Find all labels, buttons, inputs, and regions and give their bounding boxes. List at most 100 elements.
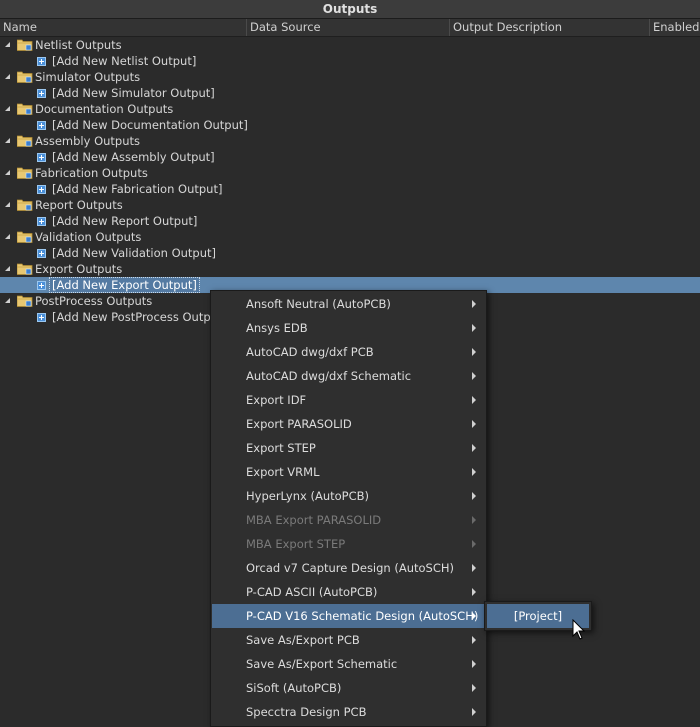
menu-item[interactable]: AutoCAD dwg/dxf Schematic <box>212 364 485 388</box>
menu-item[interactable]: Orcad v7 Capture Design (AutoSCH) <box>212 556 485 580</box>
menu-item[interactable]: Save As/Export PCB <box>212 628 485 652</box>
expand-triangle-icon[interactable] <box>5 42 10 47</box>
add-output-row[interactable]: [Add New Documentation Output] <box>0 117 700 133</box>
menu-item[interactable]: P-CAD V16 Schematic Design (AutoSCH) <box>212 604 485 628</box>
tree-group-row[interactable]: Simulator Outputs <box>0 69 700 85</box>
menu-item[interactable]: Ansys EDB <box>212 316 485 340</box>
add-plus-icon <box>37 281 46 290</box>
submenu-arrow-icon <box>472 348 476 356</box>
menu-item[interactable]: Specctra Design PCB <box>212 700 485 724</box>
tree-group-row[interactable]: Documentation Outputs <box>0 101 700 117</box>
folder-icon <box>16 295 33 307</box>
add-output-label[interactable]: [Add New Assembly Output] <box>52 150 215 164</box>
group-label: Validation Outputs <box>35 230 142 244</box>
submenu-arrow-icon <box>472 300 476 308</box>
menu-item-label: P-CAD V16 Schematic Design (AutoSCH) <box>246 609 479 623</box>
add-output-label[interactable]: [Add New Report Output] <box>52 214 197 228</box>
menu-item-label: Ansys EDB <box>246 321 308 335</box>
submenu-arrow-icon <box>472 420 476 428</box>
tree-group-row[interactable]: Export Outputs <box>0 261 700 277</box>
column-output-description[interactable]: Output Description <box>450 19 650 36</box>
menu-item-label: AutoCAD dwg/dxf Schematic <box>246 369 412 383</box>
column-name[interactable]: Name <box>0 19 247 36</box>
menu-item[interactable]: Export VRML <box>212 460 485 484</box>
group-label: Netlist Outputs <box>35 38 122 52</box>
add-output-label[interactable]: [Add New Fabrication Output] <box>52 182 222 196</box>
menu-item[interactable]: MBA Export PARASOLID <box>212 508 485 532</box>
submenu-arrow-icon <box>472 636 476 644</box>
submenu-arrow-icon <box>472 588 476 596</box>
expand-triangle-icon[interactable] <box>5 202 10 207</box>
submenu-arrow-icon <box>472 444 476 452</box>
submenu-arrow-icon <box>472 564 476 572</box>
submenu-arrow-icon <box>472 492 476 500</box>
add-output-label[interactable]: [Add New Validation Output] <box>52 246 216 260</box>
menu-item[interactable]: Export IDF <box>212 388 485 412</box>
menu-item[interactable]: MBA Export STEP <box>212 532 485 556</box>
tree-group-row[interactable]: Netlist Outputs <box>0 37 700 53</box>
add-output-row[interactable]: [Add New Fabrication Output] <box>0 181 700 197</box>
group-label: Documentation Outputs <box>35 102 174 116</box>
expand-triangle-icon[interactable] <box>5 234 10 239</box>
submenu-arrow-icon <box>472 612 476 620</box>
folder-icon <box>16 135 33 147</box>
add-output-row[interactable]: [Add New Netlist Output] <box>0 53 700 69</box>
expand-triangle-icon[interactable] <box>5 74 10 79</box>
add-output-row[interactable]: [Add New Report Output] <box>0 213 700 229</box>
expand-triangle-icon[interactable] <box>5 138 10 143</box>
expand-triangle-icon[interactable] <box>5 298 10 303</box>
column-enabled[interactable]: Enabled <box>650 19 700 36</box>
panel-title: Outputs <box>0 0 700 19</box>
menu-item[interactable]: AutoCAD dwg/dxf PCB <box>212 340 485 364</box>
menu-item-label: MBA Export STEP <box>246 537 346 551</box>
menu-item[interactable]: Save As/Export Schematic <box>212 652 485 676</box>
add-plus-icon <box>37 217 46 226</box>
tree-group-row[interactable]: Validation Outputs <box>0 229 700 245</box>
menu-item[interactable]: SiSoft (AutoPCB) <box>212 676 485 700</box>
menu-item-label: P-CAD ASCII (AutoPCB) <box>246 585 378 599</box>
submenu-arrow-icon <box>472 324 476 332</box>
submenu-arrow-icon <box>472 372 476 380</box>
menu-item-label: Export VRML <box>246 465 320 479</box>
expand-triangle-icon[interactable] <box>5 170 10 175</box>
add-output-row[interactable]: [Add New Simulator Output] <box>0 85 700 101</box>
expand-triangle-icon[interactable] <box>5 106 10 111</box>
add-output-label[interactable]: [Add New Simulator Output] <box>52 86 215 100</box>
add-plus-icon <box>37 121 46 130</box>
menu-item[interactable]: P-CAD ASCII (AutoPCB) <box>212 580 485 604</box>
menu-item-label: Export IDF <box>246 393 307 407</box>
submenu-arrow-icon <box>472 540 476 548</box>
menu-item[interactable]: Export PARASOLID <box>212 412 485 436</box>
tree-group-row[interactable]: Report Outputs <box>0 197 700 213</box>
folder-icon <box>16 39 33 51</box>
submenu-arrow-icon <box>472 660 476 668</box>
group-label: Simulator Outputs <box>35 70 141 84</box>
menu-item-label: Specctra Design PCB <box>246 705 367 719</box>
add-output-label[interactable]: [Add New Export Output] <box>49 277 200 293</box>
context-menu: Ansoft Neutral (AutoPCB) Ansys EDB AutoCAD… <box>210 290 487 727</box>
column-data-source[interactable]: Data Source <box>247 19 450 36</box>
add-output-row[interactable]: [Add New Assembly Output] <box>0 149 700 165</box>
add-plus-icon <box>37 153 46 162</box>
expand-triangle-icon[interactable] <box>5 266 10 271</box>
add-output-label[interactable]: [Add New Netlist Output] <box>52 54 196 68</box>
menu-item-label: AutoCAD dwg/dxf PCB <box>246 345 374 359</box>
add-output-label[interactable]: [Add New Documentation Output] <box>52 118 248 132</box>
tree-group-row[interactable]: Fabrication Outputs <box>0 165 700 181</box>
column-header: Name Data Source Output Description Enab… <box>0 19 700 37</box>
add-plus-icon <box>37 313 46 322</box>
tree-group-row[interactable]: Assembly Outputs <box>0 133 700 149</box>
menu-item-label: MBA Export PARASOLID <box>246 513 382 527</box>
mouse-cursor-icon <box>572 619 586 640</box>
menu-item-label: Ansoft Neutral (AutoPCB) <box>246 297 391 311</box>
menu-item-label: Export PARASOLID <box>246 417 352 431</box>
menu-item[interactable]: Ansoft Neutral (AutoPCB) <box>212 292 485 316</box>
menu-item[interactable]: HyperLynx (AutoPCB) <box>212 484 485 508</box>
menu-item-label: SiSoft (AutoPCB) <box>246 681 342 695</box>
menu-item-label: Export STEP <box>246 441 316 455</box>
group-label: Assembly Outputs <box>35 134 141 148</box>
add-output-label[interactable]: [Add New PostProcess Output] <box>52 310 227 324</box>
menu-item[interactable]: Export STEP <box>212 436 485 460</box>
add-output-row[interactable]: [Add New Validation Output] <box>0 245 700 261</box>
submenu-arrow-icon <box>472 516 476 524</box>
